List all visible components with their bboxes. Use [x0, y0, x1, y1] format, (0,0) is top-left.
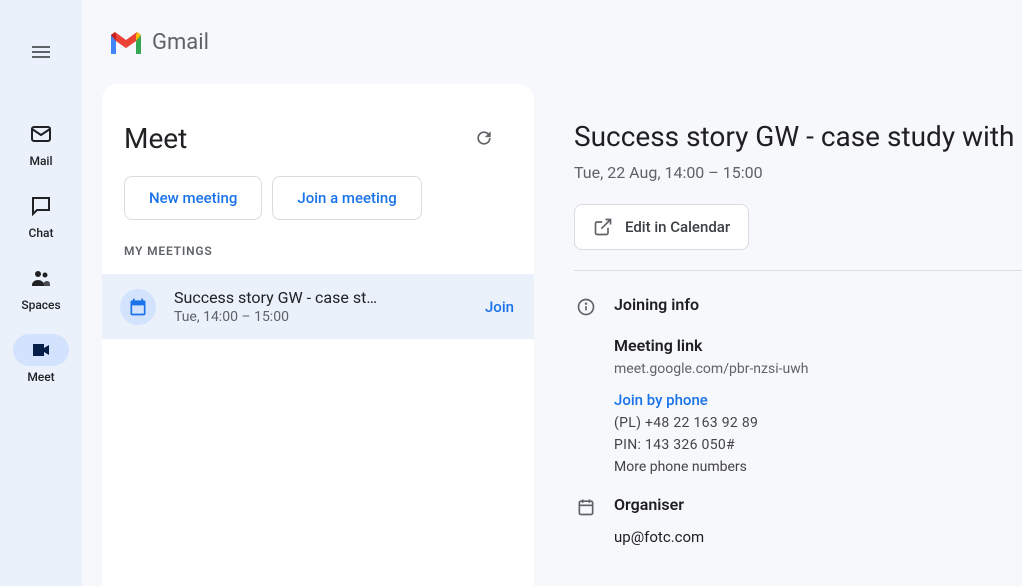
meet-icon	[29, 338, 53, 362]
hamburger-icon	[29, 40, 53, 64]
gmail-m-icon	[108, 28, 144, 56]
phone-number: (PL) +48 22 163 92 89	[614, 415, 1022, 431]
new-meeting-button[interactable]: New meeting	[124, 176, 262, 220]
sidebar-label-spaces: Spaces	[21, 298, 60, 312]
meeting-item-title: Success story GW - case st…	[174, 288, 467, 307]
meet-title: Meet	[124, 122, 187, 155]
event-details-panel: Success story GW - case study with Tue, …	[534, 84, 1022, 586]
left-sidebar: Mail Chat Spaces Meet	[0, 0, 82, 586]
sidebar-label-meet: Meet	[27, 370, 54, 384]
sidebar-item-mail[interactable]: Mail	[10, 112, 72, 184]
spaces-icon	[29, 266, 53, 290]
meeting-list-item[interactable]: Success story GW - case st… Tue, 14:00 –…	[102, 274, 534, 339]
meeting-join-button[interactable]: Join	[485, 298, 514, 316]
event-datetime: Tue, 22 Aug, 14:00 – 15:00	[574, 163, 1022, 182]
organiser-email: up@fotc.com	[614, 528, 1022, 546]
sidebar-item-chat[interactable]: Chat	[10, 184, 72, 256]
my-meetings-label: MY MEETINGS	[102, 244, 534, 274]
sidebar-label-mail: Mail	[29, 154, 52, 168]
join-meeting-button[interactable]: Join a meeting	[272, 176, 421, 220]
meeting-link-heading: Meeting link	[614, 336, 1022, 355]
sidebar-item-meet[interactable]: Meet	[10, 328, 72, 400]
event-title: Success story GW - case study with	[574, 120, 1022, 153]
header: Gmail	[82, 0, 1022, 84]
organiser-heading: Organiser	[614, 495, 1022, 514]
gmail-logo[interactable]: Gmail	[108, 28, 209, 56]
more-phone-numbers-link[interactable]: More phone numbers	[614, 459, 1022, 475]
menu-button[interactable]	[17, 28, 65, 76]
app-name: Gmail	[152, 30, 209, 55]
calendar-small-icon	[576, 497, 596, 517]
edit-calendar-label: Edit in Calendar	[625, 218, 730, 236]
joining-info-heading: Joining info	[614, 295, 1022, 314]
calendar-badge	[120, 289, 156, 325]
sidebar-label-chat: Chat	[29, 226, 54, 240]
calendar-icon	[128, 297, 148, 317]
refresh-icon	[474, 128, 494, 148]
divider	[574, 270, 1022, 271]
join-by-phone-link[interactable]: Join by phone	[614, 391, 1022, 409]
meet-panel: Meet New meeting Join a meeting MY MEETI…	[102, 84, 534, 586]
edit-calendar-button[interactable]: Edit in Calendar	[574, 204, 749, 250]
content: Meet New meeting Join a meeting MY MEETI…	[82, 84, 1022, 586]
info-icon	[576, 297, 596, 317]
meeting-link-value: meet.google.com/pbr-nzsi-uwh	[614, 361, 1022, 377]
chat-icon	[29, 194, 53, 218]
phone-pin: PIN: 143 326 050#	[614, 437, 1022, 453]
open-external-icon	[593, 217, 613, 237]
main-area: Gmail Meet New meeting Join a meeting MY…	[82, 0, 1022, 586]
mail-icon	[29, 122, 53, 146]
sidebar-item-spaces[interactable]: Spaces	[10, 256, 72, 328]
meeting-item-time: Tue, 14:00 – 15:00	[174, 309, 467, 325]
refresh-button[interactable]	[466, 120, 502, 156]
